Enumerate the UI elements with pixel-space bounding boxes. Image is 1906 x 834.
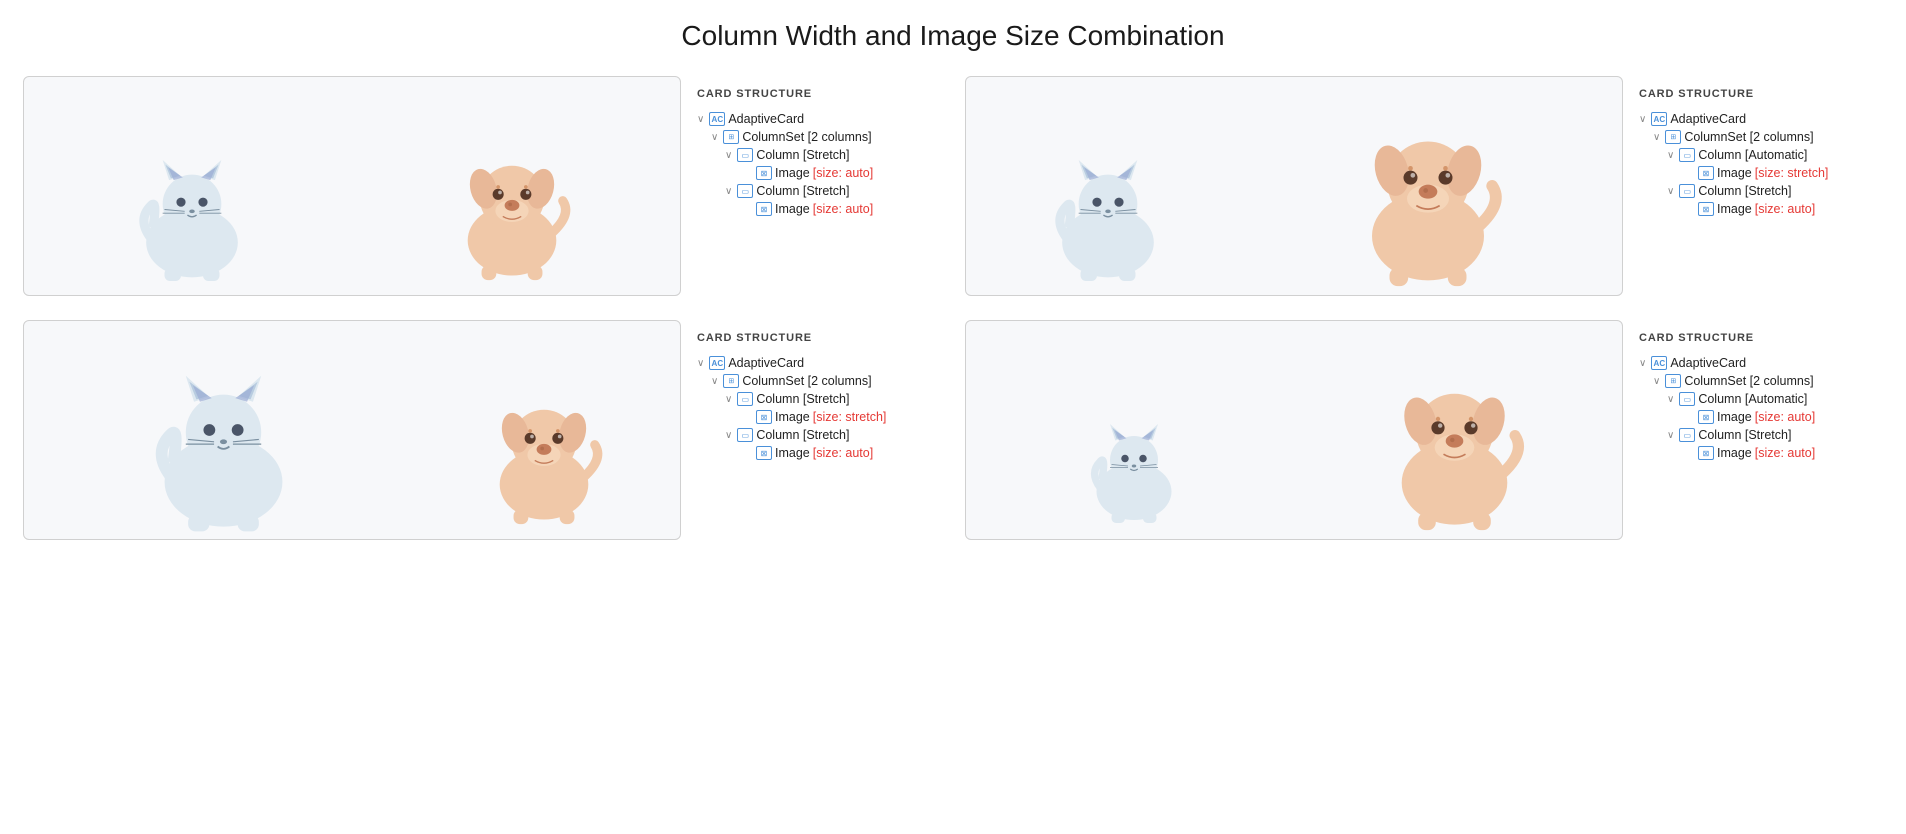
tree-label: Column [Stretch]: [756, 392, 849, 406]
tree-row: ∨ ▭ Column [Stretch]: [697, 148, 925, 162]
tree-label: ColumnSet [2 columns]: [1684, 130, 1813, 144]
tree-row: ∨ ▭ Column [Stretch]: [697, 392, 925, 406]
tree-row: ∨ ▭ Column [Stretch]: [697, 184, 925, 198]
tree-label: Column [Automatic]: [1698, 148, 1807, 162]
panel-4: CARD STRUCTURE ∨ AC AdaptiveCard ∨ ⊞ Col…: [965, 320, 1883, 540]
tree-label: Column [Stretch]: [1698, 184, 1791, 198]
main-grid: CARD STRUCTURE ∨ AC AdaptiveCard ∨ ⊞ Col…: [23, 76, 1883, 540]
dog-container: [417, 379, 670, 529]
dog-container: [354, 135, 670, 285]
dog-container: [1296, 364, 1612, 529]
cat-container: [34, 364, 413, 529]
structure-panel: CARD STRUCTURE ∨ AC AdaptiveCard ∨ ⊞ Col…: [1623, 320, 1883, 540]
structure-panel: CARD STRUCTURE ∨ AC AdaptiveCard ∨ ⊞ Col…: [681, 320, 941, 540]
structure-panel: CARD STRUCTURE ∨ AC AdaptiveCard ∨ ⊞ Col…: [681, 76, 941, 296]
cat-container: [976, 409, 1292, 529]
panel-1: CARD STRUCTURE ∨ AC AdaptiveCard ∨ ⊞ Col…: [23, 76, 941, 296]
card-preview: [23, 76, 681, 296]
tree-row: ∨ AC AdaptiveCard: [1639, 356, 1867, 370]
panel-3: CARD STRUCTURE ∨ AC AdaptiveCard ∨ ⊞ Col…: [23, 320, 941, 540]
tree-row: ∨ ▭ Column [Automatic]: [1639, 148, 1867, 162]
tree-row: ∨ ▭ Column [Stretch]: [697, 428, 925, 442]
structure-title: CARD STRUCTURE: [1639, 332, 1867, 344]
tree-row: ⊠ Image [size: auto]: [697, 202, 925, 216]
animals: [976, 331, 1612, 529]
animals: [34, 87, 670, 285]
cat-container: [34, 145, 350, 285]
tree-label: Column [Stretch]: [756, 184, 849, 198]
tree-label: AdaptiveCard: [728, 356, 804, 370]
card-preview: [965, 320, 1623, 540]
tree-row: ∨ AC AdaptiveCard: [697, 112, 925, 126]
tree-label: Image: [775, 446, 810, 460]
tree-row: ⊠ Image [size: auto]: [1639, 202, 1867, 216]
page-title: Column Width and Image Size Combination: [20, 20, 1886, 52]
card-preview: [965, 76, 1623, 296]
tree-row: ⊠ Image [size: auto]: [697, 446, 925, 460]
tree-label: Image: [775, 202, 810, 216]
structure-title: CARD STRUCTURE: [697, 332, 925, 344]
tree-label: AdaptiveCard: [1670, 112, 1746, 126]
panel-2: CARD STRUCTURE ∨ AC AdaptiveCard ∨ ⊞ Col…: [965, 76, 1883, 296]
tree-row: ∨ AC AdaptiveCard: [697, 356, 925, 370]
tree-row: ⊠ Image [size: stretch]: [697, 410, 925, 424]
tree-row: ⊠ Image [size: auto]: [697, 166, 925, 180]
tree-label: AdaptiveCard: [1670, 356, 1746, 370]
tree-label: Column [Automatic]: [1698, 392, 1807, 406]
tree-label: ColumnSet [2 columns]: [1684, 374, 1813, 388]
tree-row: ∨ ⊞ ColumnSet [2 columns]: [697, 130, 925, 144]
tree-label: Column [Stretch]: [1698, 428, 1791, 442]
tree-row: ∨ ⊞ ColumnSet [2 columns]: [1639, 374, 1867, 388]
structure-title: CARD STRUCTURE: [697, 88, 925, 100]
tree-label: Column [Stretch]: [756, 148, 849, 162]
structure-title: CARD STRUCTURE: [1639, 88, 1867, 100]
tree-label: AdaptiveCard: [728, 112, 804, 126]
tree-row: ⊠ Image [size: auto]: [1639, 410, 1867, 424]
tree-row: ∨ ⊞ ColumnSet [2 columns]: [1639, 130, 1867, 144]
tree-label: Image: [1717, 410, 1752, 424]
tree-label: Image: [775, 166, 810, 180]
tree-row: ∨ ▭ Column [Stretch]: [1639, 428, 1867, 442]
tree-label: Image: [1717, 446, 1752, 460]
tree-row: ∨ ⊞ ColumnSet [2 columns]: [697, 374, 925, 388]
tree-label: Image: [775, 410, 810, 424]
animals: [34, 331, 670, 529]
tree-row: ∨ ▭ Column [Stretch]: [1639, 184, 1867, 198]
tree-label: ColumnSet [2 columns]: [742, 130, 871, 144]
tree-label: ColumnSet [2 columns]: [742, 374, 871, 388]
tree-label: Image: [1717, 202, 1752, 216]
animals: [976, 87, 1612, 285]
card-preview: [23, 320, 681, 540]
tree-label: Image: [1717, 166, 1752, 180]
tree-row: ∨ ▭ Column [Automatic]: [1639, 392, 1867, 406]
tree-row: ∨ AC AdaptiveCard: [1639, 112, 1867, 126]
dog-container: [1243, 110, 1612, 285]
tree-row: ⊠ Image [size: auto]: [1639, 446, 1867, 460]
structure-panel: CARD STRUCTURE ∨ AC AdaptiveCard ∨ ⊞ Col…: [1623, 76, 1883, 296]
tree-row: ⊠ Image [size: stretch]: [1639, 166, 1867, 180]
cat-container: [976, 145, 1239, 285]
tree-label: Column [Stretch]: [756, 428, 849, 442]
